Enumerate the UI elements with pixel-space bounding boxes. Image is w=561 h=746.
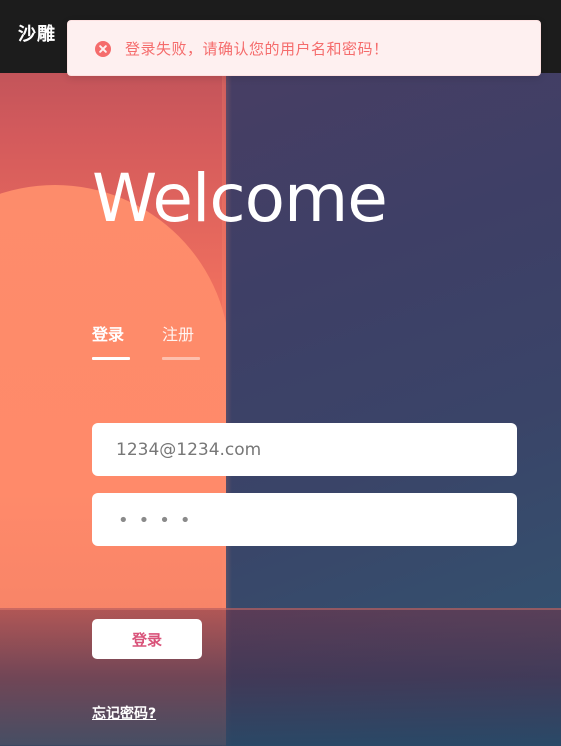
background-floor-line [0, 608, 561, 610]
tab-register-label: 注册 [162, 325, 195, 344]
tab-login-label: 登录 [92, 325, 125, 344]
welcome-title: Welcome [92, 160, 388, 237]
background-scene [0, 0, 561, 746]
tab-login-underline [92, 357, 130, 360]
password-input[interactable] [92, 493, 517, 546]
forgot-password-link[interactable]: 忘记密码? [92, 703, 156, 723]
login-button[interactable]: 登录 [92, 619, 202, 659]
email-input[interactable] [92, 423, 517, 476]
tab-register[interactable]: 注册 [162, 321, 200, 361]
close-circle-icon [95, 41, 111, 57]
tab-register-underline [162, 357, 200, 360]
login-page: 沙雕 登录失败，请确认您的用户名和密码！ Welcome 登录 注册 •••• … [0, 0, 561, 746]
tab-login[interactable]: 登录 [92, 321, 130, 361]
background-floor [0, 608, 561, 746]
error-message: 登录失败，请确认您的用户名和密码！ [125, 40, 389, 58]
error-toast: 登录失败，请确认您的用户名和密码！ [67, 20, 541, 76]
brand-logo-text[interactable]: 沙雕 [18, 20, 56, 46]
